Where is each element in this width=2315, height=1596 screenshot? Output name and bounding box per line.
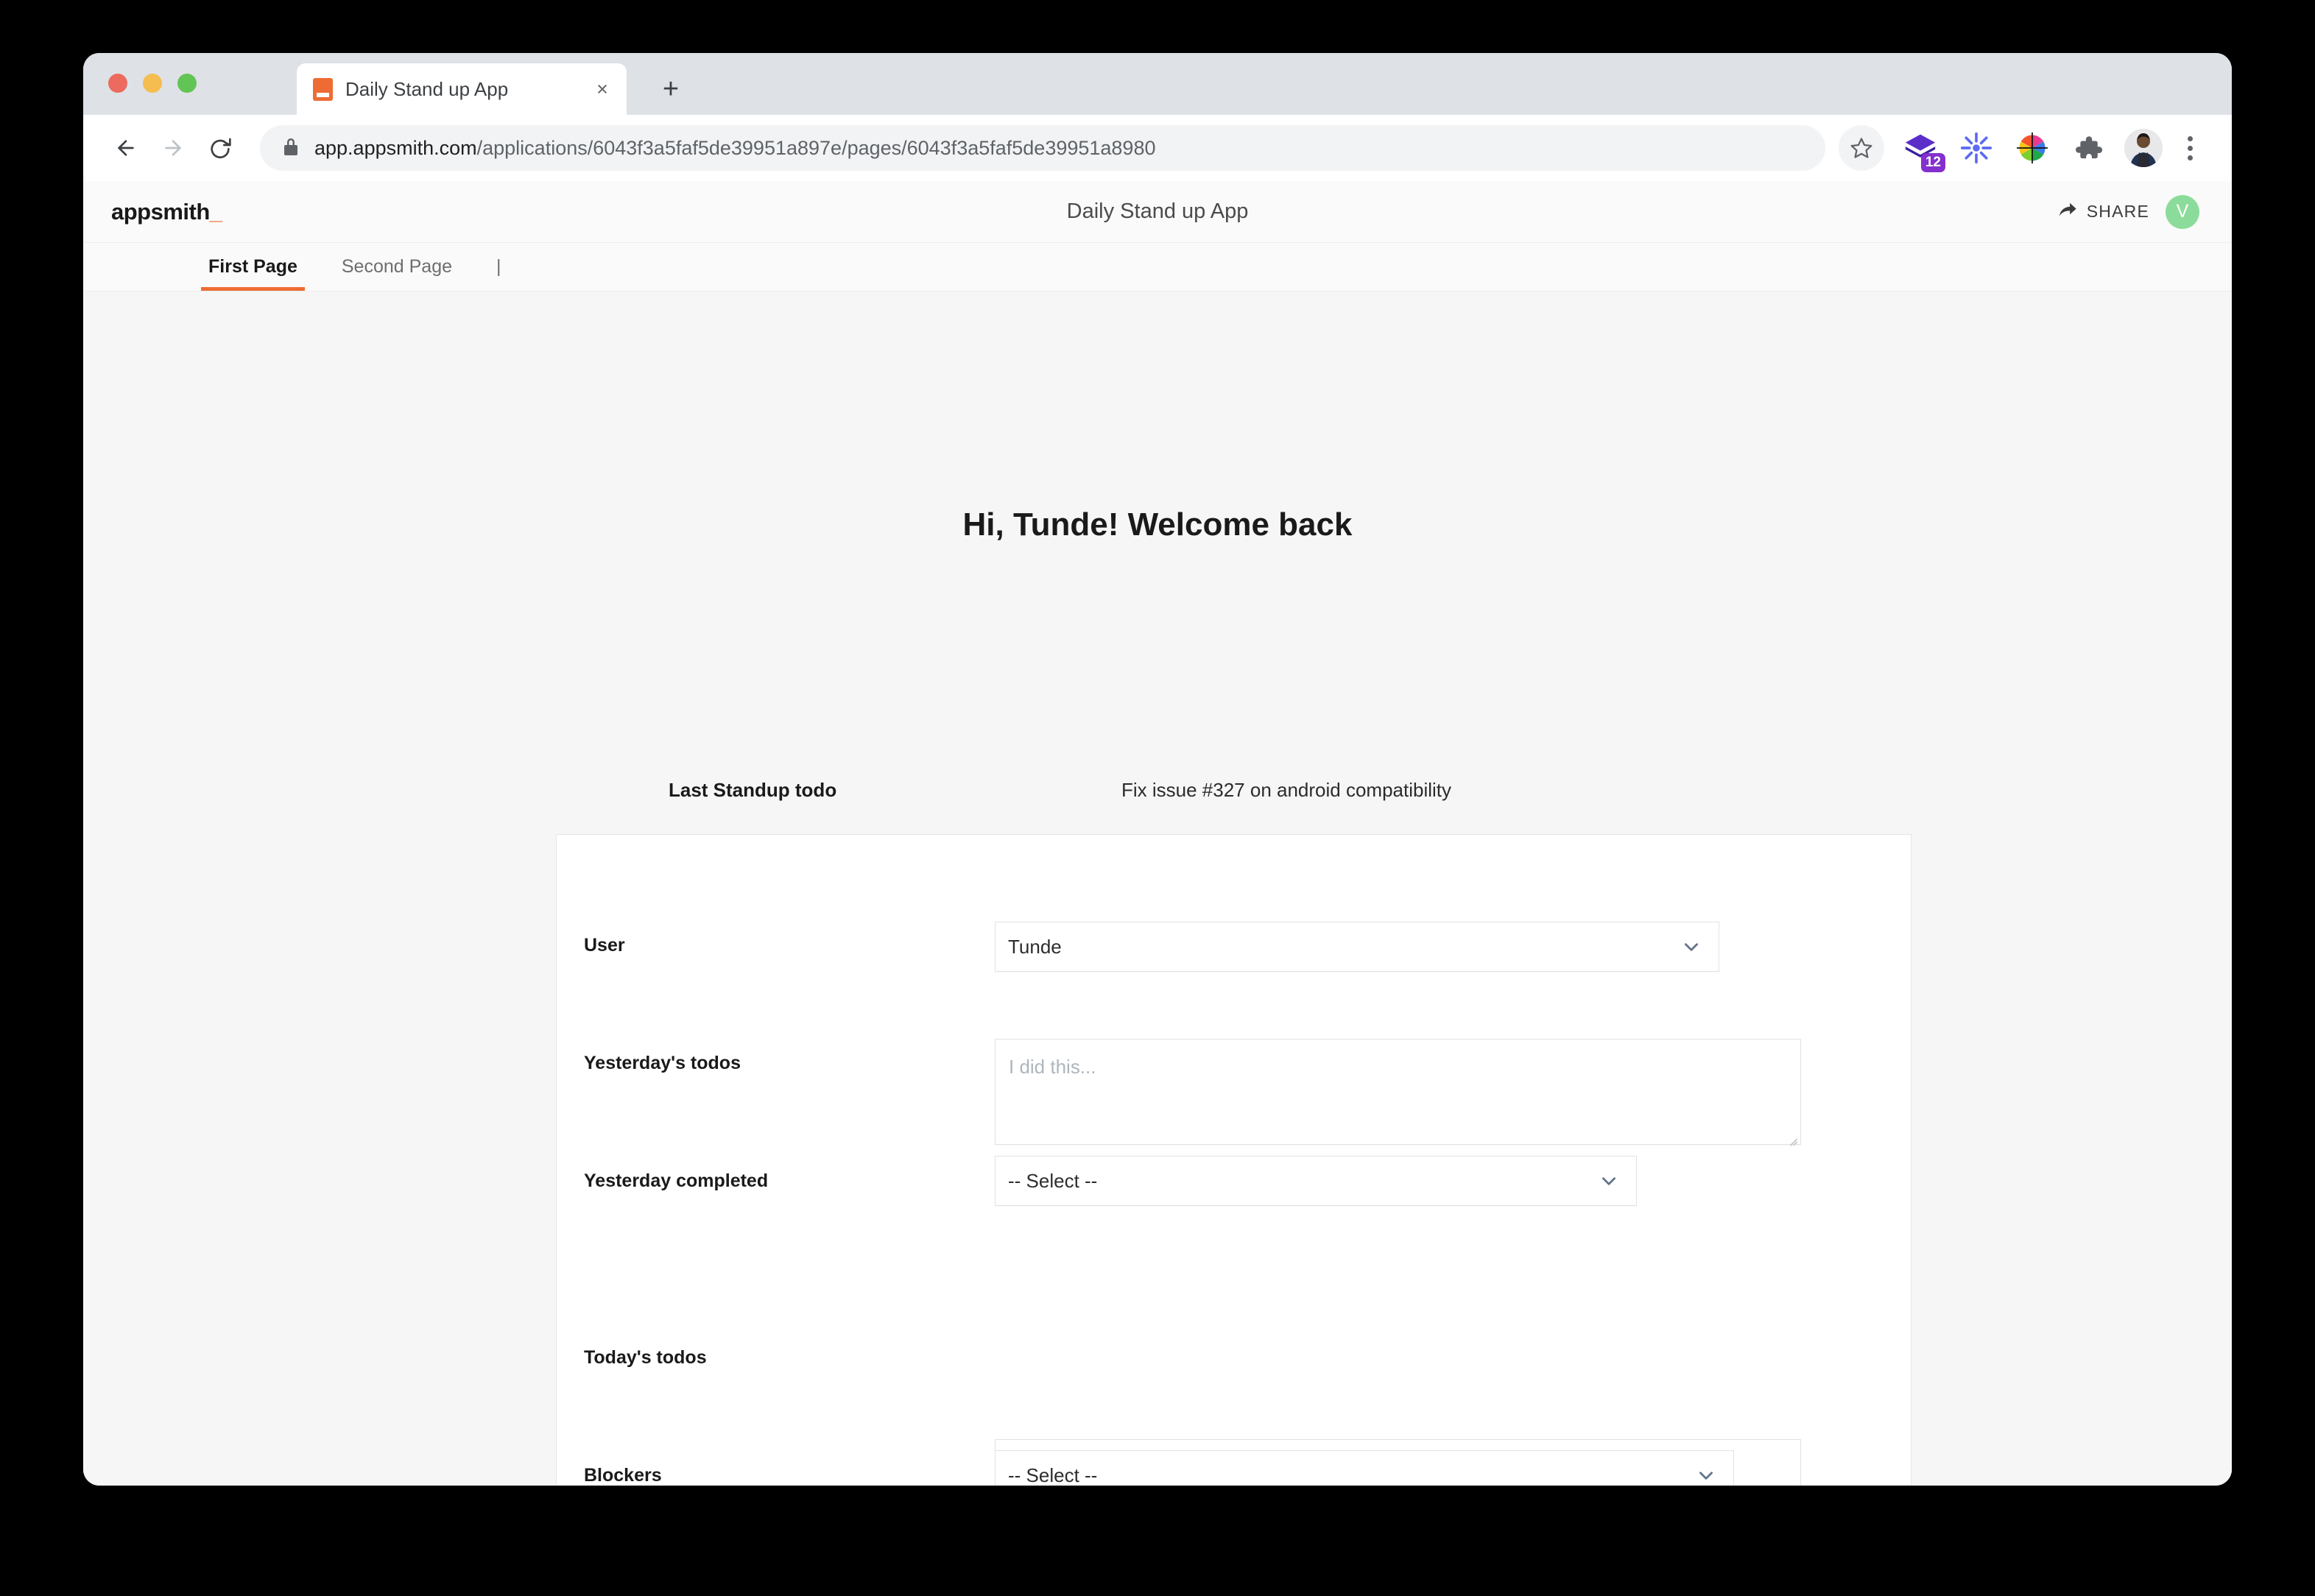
- welcome-heading: Hi, Tunde! Welcome back: [83, 506, 2232, 543]
- url-domain: app.appsmith.com: [314, 137, 477, 159]
- tab-first-page[interactable]: First Page: [201, 243, 305, 291]
- three-dot-menu-icon[interactable]: [2173, 125, 2207, 171]
- extension-badge-count: 12: [1921, 153, 1945, 172]
- chevron-down-icon: [1680, 936, 1702, 958]
- browser-tab[interactable]: Daily Stand up App ×: [297, 63, 627, 115]
- puzzle-extensions-icon[interactable]: [2068, 128, 2108, 168]
- share-button[interactable]: SHARE: [2057, 200, 2149, 224]
- appsmith-favicon-icon: [313, 78, 333, 101]
- address-bar[interactable]: app.appsmith.com/applications/6043f3a5fa…: [260, 125, 1825, 171]
- window-traffic-lights: [108, 74, 197, 93]
- avatar[interactable]: V: [2166, 195, 2199, 229]
- browser-window: Daily Stand up App × + app.appsmith.com/…: [83, 53, 2232, 1486]
- forward-icon[interactable]: [149, 124, 197, 172]
- label-todays-todos: Today's todos: [584, 1347, 707, 1369]
- label-blockers: Blockers: [584, 1465, 662, 1486]
- appsmith-logo-underscore: _: [210, 199, 222, 225]
- reload-icon[interactable]: [197, 124, 244, 172]
- share-label: SHARE: [2087, 202, 2149, 222]
- chevron-down-icon: [1695, 1464, 1717, 1486]
- blockers-select-value: -- Select --: [1008, 1464, 1695, 1486]
- label-user: User: [584, 935, 625, 956]
- yesterdays-todos-placeholder: I did this...: [1009, 1056, 1096, 1078]
- share-arrow-icon: [2057, 200, 2078, 224]
- appsmith-logo-text: appsmith: [111, 199, 210, 225]
- app-header: appsmith_ Daily Stand up App SHARE V: [83, 181, 2232, 243]
- bookmark-star-icon[interactable]: [1839, 125, 1884, 171]
- yesterday-completed-select[interactable]: -- Select --: [995, 1156, 1637, 1206]
- yesterday-completed-value: -- Select --: [1008, 1170, 1598, 1193]
- last-standup-value: Fix issue #327 on android compatibility: [1121, 779, 1451, 802]
- page-title: Daily Stand up App: [83, 200, 2232, 224]
- app-header-actions: SHARE V: [2057, 195, 2199, 229]
- browser-tab-strip: Daily Stand up App × +: [83, 53, 2232, 115]
- user-select[interactable]: Tunde: [995, 922, 1719, 972]
- tab-third-page[interactable]: |: [489, 243, 509, 291]
- chevron-down-icon: [1598, 1170, 1620, 1192]
- lock-icon: [282, 136, 300, 160]
- appsmith-logo[interactable]: appsmith_: [111, 199, 222, 225]
- tab-second-page[interactable]: Second Page: [334, 243, 459, 291]
- label-yesterdays-todos: Yesterday's todos: [584, 1053, 741, 1074]
- address-bar-url: app.appsmith.com/applications/6043f3a5fa…: [314, 137, 1155, 160]
- label-yesterday-completed: Yesterday completed: [584, 1170, 768, 1192]
- app-canvas: Hi, Tunde! Welcome back Last Standup tod…: [83, 293, 2232, 1486]
- back-icon[interactable]: [102, 124, 149, 172]
- minimize-window-button[interactable]: [143, 74, 162, 93]
- close-tab-icon[interactable]: ×: [590, 77, 615, 102]
- url-path: /applications/6043f3a5faf5de39951a897e/p…: [477, 137, 1156, 159]
- yesterdays-todos-input[interactable]: I did this...: [995, 1039, 1801, 1145]
- last-standup-label: Last Standup todo: [669, 779, 836, 802]
- profile-avatar[interactable]: [2124, 129, 2163, 167]
- maximize-window-button[interactable]: [177, 74, 197, 93]
- close-window-button[interactable]: [108, 74, 127, 93]
- blockers-select[interactable]: -- Select --: [995, 1450, 1734, 1486]
- user-select-value: Tunde: [1008, 936, 1680, 958]
- browser-toolbar: app.appsmith.com/applications/6043f3a5fa…: [83, 115, 2232, 181]
- new-tab-button[interactable]: +: [654, 72, 688, 106]
- color-wheel-extension-icon[interactable]: [2012, 128, 2052, 168]
- browser-tab-title: Daily Stand up App: [345, 78, 590, 101]
- resize-handle[interactable]: [1785, 1129, 1798, 1142]
- layers-extension-icon[interactable]: 12: [1900, 128, 1940, 168]
- app-viewport: appsmith_ Daily Stand up App SHARE V Fir…: [83, 181, 2232, 1486]
- asterisk-extension-icon[interactable]: [1956, 128, 1996, 168]
- page-tab-bar: First Page Second Page |: [83, 243, 2232, 292]
